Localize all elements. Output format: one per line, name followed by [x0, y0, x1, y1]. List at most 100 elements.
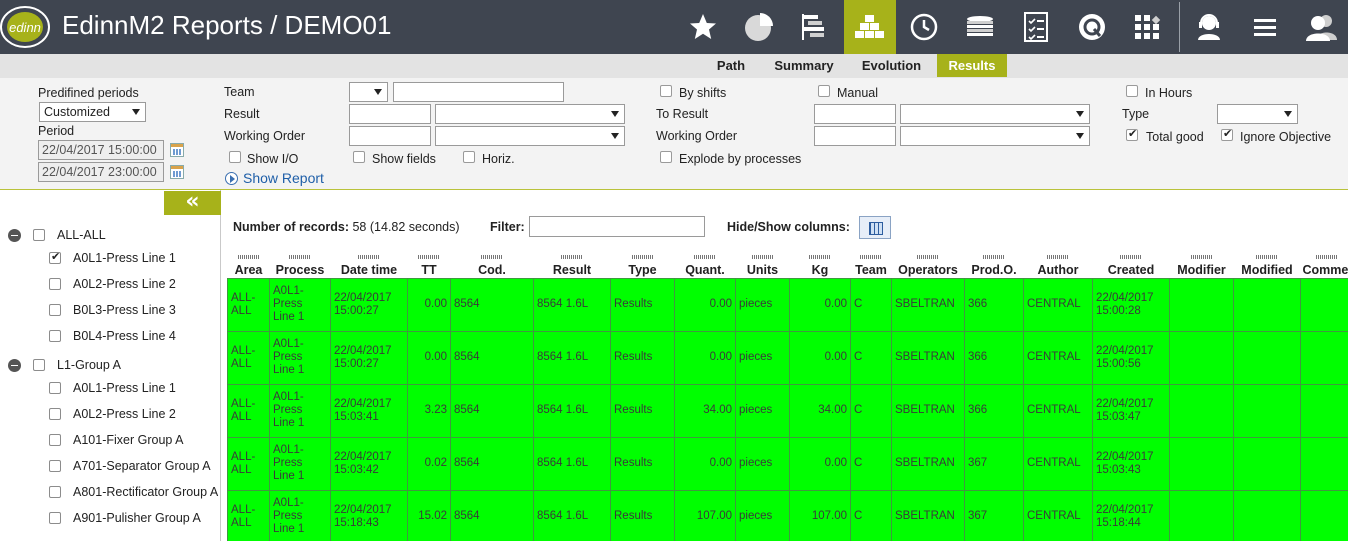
- column-header[interactable]: Date time: [330, 248, 408, 278]
- column-header[interactable]: Prod.O.: [964, 248, 1024, 278]
- tree-item[interactable]: A0L2-Press Line 2: [49, 275, 176, 293]
- tab-path[interactable]: Path: [705, 54, 757, 77]
- drag-handle-icon[interactable]: [860, 254, 882, 259]
- column-header[interactable]: Modifier: [1169, 248, 1234, 278]
- tree-group-all[interactable]: ALL-ALL: [8, 226, 106, 244]
- show-io-checkbox[interactable]: [229, 151, 241, 163]
- tree-item[interactable]: A101-Fixer Group A: [49, 431, 183, 449]
- tree-checkbox[interactable]: [49, 408, 61, 420]
- total-good-checkbox[interactable]: [1126, 127, 1138, 141]
- drag-handle-icon[interactable]: [418, 254, 440, 259]
- to-result-select[interactable]: [900, 104, 1090, 124]
- tree-item[interactable]: B0L4-Press Line 4: [49, 327, 176, 345]
- predefined-periods-select[interactable]: Customized: [39, 102, 146, 122]
- column-header[interactable]: Kg: [789, 248, 851, 278]
- tree-item[interactable]: A0L1-Press Line 1: [49, 379, 176, 397]
- table-row[interactable]: ALL-ALL A0L1-Press Line 1 22/04/2017 15:03…: [227, 383, 1348, 438]
- column-header[interactable]: Modified: [1233, 248, 1301, 278]
- clock-icon[interactable]: [898, 0, 950, 54]
- calendar-icon[interactable]: [170, 143, 184, 157]
- tree-item[interactable]: A801-Rectificator Group A: [49, 483, 218, 501]
- working-order-input[interactable]: [349, 126, 431, 146]
- table-row[interactable]: ALL-ALL A0L1-Press Line 1 22/04/2017 15:18…: [227, 489, 1348, 541]
- stacked-boxes-icon[interactable]: [844, 0, 896, 54]
- column-header[interactable]: Units: [735, 248, 790, 278]
- tree-item[interactable]: A0L1-Press Line 1: [49, 249, 176, 267]
- drag-handle-icon[interactable]: [1315, 254, 1338, 259]
- tree-checkbox[interactable]: [49, 278, 61, 290]
- tree-checkbox[interactable]: [49, 382, 61, 394]
- collapse-minus-icon[interactable]: [8, 228, 21, 242]
- collapse-panel-button[interactable]: «: [164, 191, 221, 215]
- column-header[interactable]: Cod.: [450, 248, 534, 278]
- column-header[interactable]: TT: [407, 248, 451, 278]
- tree-item[interactable]: A901-Pulisher Group A: [49, 509, 201, 527]
- column-header[interactable]: Type: [610, 248, 675, 278]
- column-header[interactable]: Quant.: [674, 248, 736, 278]
- team-input[interactable]: [393, 82, 564, 102]
- period-start-input[interactable]: 22/04/2017 15:00:00: [38, 140, 164, 160]
- working-order2-select[interactable]: [900, 126, 1090, 146]
- q-quality-icon[interactable]: [1066, 0, 1118, 54]
- column-header[interactable]: Result: [533, 248, 611, 278]
- drag-handle-icon[interactable]: [809, 254, 831, 259]
- drag-handle-icon[interactable]: [1120, 254, 1142, 259]
- table-row[interactable]: ALL-ALL A0L1-Press Line 1 22/04/2017 15:03…: [227, 436, 1348, 491]
- working-order2-input[interactable]: [814, 126, 896, 146]
- ignore-objective-checkbox[interactable]: [1221, 127, 1233, 141]
- tree-item[interactable]: A0L2-Press Line 2: [49, 405, 176, 423]
- drag-handle-icon[interactable]: [237, 254, 260, 259]
- tree-checkbox[interactable]: [49, 250, 61, 264]
- tree-item[interactable]: A701-Separator Group A: [49, 457, 211, 475]
- tree-checkbox[interactable]: [49, 304, 61, 316]
- horiz-checkbox[interactable]: [463, 151, 475, 163]
- drag-handle-icon[interactable]: [289, 254, 311, 259]
- filter-input[interactable]: [529, 216, 705, 237]
- pie-chart-icon[interactable]: [733, 0, 785, 54]
- type-select[interactable]: [1217, 104, 1298, 124]
- result-select[interactable]: [435, 104, 625, 124]
- collapse-minus-icon[interactable]: [8, 358, 21, 372]
- table-row[interactable]: ALL-ALL A0L1-Press Line 1 22/04/2017 15:00…: [227, 330, 1348, 385]
- column-header[interactable]: Operators: [891, 248, 965, 278]
- table-row[interactable]: ALL-ALL A0L1-Press Line 1 22/04/2017 15:00…: [227, 277, 1348, 332]
- checklist-icon[interactable]: [1010, 0, 1062, 54]
- grid-apps-icon[interactable]: [1121, 0, 1173, 54]
- drag-handle-icon[interactable]: [358, 254, 380, 259]
- working-order-select[interactable]: [435, 126, 625, 146]
- coins-stack-icon[interactable]: [954, 0, 1006, 54]
- edinn-logo[interactable]: edinn: [0, 4, 52, 50]
- drag-handle-icon[interactable]: [481, 254, 503, 259]
- to-result-code-input[interactable]: [814, 104, 896, 124]
- tree-group-l1[interactable]: L1-Group A: [8, 356, 121, 374]
- column-header[interactable]: Team: [850, 248, 892, 278]
- tree-item[interactable]: B0L3-Press Line 3: [49, 301, 176, 319]
- drag-handle-icon[interactable]: [983, 254, 1005, 259]
- column-header[interactable]: Area: [227, 248, 270, 278]
- columns-toggle-icon[interactable]: [859, 216, 891, 239]
- drag-handle-icon[interactable]: [694, 254, 716, 259]
- in-hours-checkbox[interactable]: [1126, 85, 1138, 97]
- manual-checkbox[interactable]: [818, 85, 830, 97]
- column-header[interactable]: Created: [1092, 248, 1170, 278]
- users-icon[interactable]: [1295, 0, 1347, 54]
- hamburger-menu-icon[interactable]: [1239, 0, 1291, 54]
- tab-results[interactable]: Results: [937, 54, 1007, 77]
- by-shifts-checkbox[interactable]: [660, 85, 672, 97]
- star-icon[interactable]: [677, 0, 729, 54]
- show-report-button[interactable]: Show Report: [225, 170, 324, 186]
- tree-checkbox[interactable]: [33, 359, 45, 371]
- calendar-icon[interactable]: [170, 165, 184, 179]
- column-header[interactable]: Commen: [1300, 248, 1348, 278]
- support-agent-icon[interactable]: [1183, 0, 1235, 54]
- tab-evolution[interactable]: Evolution: [853, 54, 930, 77]
- drag-handle-icon[interactable]: [631, 254, 654, 259]
- drag-handle-icon[interactable]: [917, 254, 939, 259]
- tab-summary[interactable]: Summary: [767, 54, 841, 77]
- tree-checkbox[interactable]: [33, 229, 45, 241]
- drag-handle-icon[interactable]: [1047, 254, 1069, 259]
- tree-checkbox[interactable]: [49, 434, 61, 446]
- explode-processes-checkbox[interactable]: [660, 151, 672, 163]
- drag-handle-icon[interactable]: [1256, 254, 1278, 259]
- team-select[interactable]: [349, 82, 388, 102]
